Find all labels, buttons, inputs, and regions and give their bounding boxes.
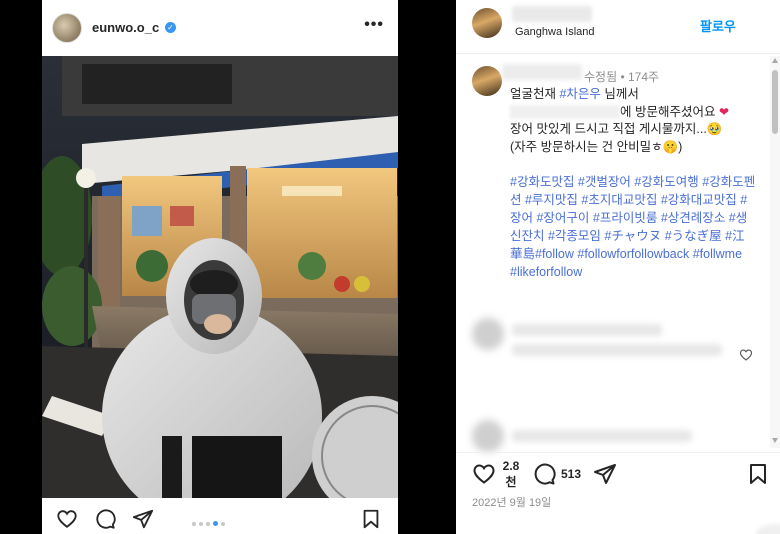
comment-avatar: [472, 420, 504, 452]
comment-avatar: [472, 318, 504, 350]
carousel-dot: [191, 521, 196, 526]
post-detail-header: Ganghwa Island 팔로우: [456, 0, 780, 54]
verified-badge-icon: ✓: [165, 22, 176, 33]
caption-avatar[interactable]: [472, 66, 502, 96]
blurred-text: [512, 430, 692, 442]
likes-count[interactable]: 2.8 천: [500, 458, 522, 490]
bookmark-icon[interactable]: [360, 508, 382, 530]
comment-icon[interactable]: [94, 508, 116, 530]
caption-text-span: ): [678, 139, 683, 154]
carousel-dot-active: [212, 521, 218, 527]
comment-count: 513: [561, 467, 582, 481]
scroll-up-arrow-icon[interactable]: [772, 58, 778, 63]
emoji-icon: 🤫: [662, 139, 679, 154]
caption-text-span: 얼굴천재: [510, 87, 560, 101]
hashtag-link[interactable]: #차은우: [559, 87, 600, 101]
blurred-comment: [472, 318, 752, 378]
scroll-down-arrow-icon[interactable]: [772, 438, 778, 443]
avatar[interactable]: [472, 8, 502, 38]
caption-text-span: 에 방문해주셨어요: [620, 104, 716, 119]
blurred-username: [512, 6, 592, 22]
carousel-dot: [198, 521, 203, 526]
blurred-text: [512, 324, 662, 336]
heart-icon[interactable]: [56, 508, 78, 530]
comment-like-icon[interactable]: [739, 348, 753, 362]
bookmark-icon[interactable]: [746, 462, 770, 486]
more-options-icon[interactable]: •••: [364, 16, 384, 34]
carousel-dot: [205, 521, 210, 526]
scrollbar-thumb[interactable]: [772, 70, 778, 134]
caption-text-span: (자주 방문하시는 건 안비밀ㅎ: [510, 139, 663, 154]
blurred-text: [510, 105, 620, 120]
share-icon[interactable]: [593, 462, 617, 486]
avatar[interactable]: [52, 13, 82, 43]
post-header: eunwo.o_c ✓ •••: [42, 0, 398, 56]
heart-emoji-icon: ❤: [718, 104, 730, 119]
carousel-dot: [220, 521, 225, 526]
caption-text: 얼굴천재 #차은우 님께서 에 방문해주셨어요 ❤ 장어 맛있게 드시고 직접 …: [510, 86, 754, 156]
likes-count-number: 2.8: [502, 459, 520, 473]
post-actions-bar: [42, 498, 398, 534]
caption-line: 얼굴천재 #차은우 님께서: [510, 86, 754, 104]
post-detail-panel: Ganghwa Island 팔로우 수정됨 • 174주 얼굴천재 #차은우 …: [456, 0, 780, 534]
post-date: 2022년 9월 19일: [472, 497, 552, 509]
follow-button[interactable]: 팔로우: [700, 16, 736, 35]
caption-line: (자주 방문하시는 건 안비밀ㅎ🤫): [510, 139, 754, 157]
photo-illustration: [42, 56, 398, 498]
blurred-text: [512, 344, 722, 356]
share-icon[interactable]: [132, 508, 154, 530]
caption-line: 에 방문해주셨어요 ❤: [510, 104, 754, 122]
carousel-indicator: [190, 515, 226, 527]
caption-text-span: 장어 맛있게 드시고 직접 게시물까지...: [510, 122, 707, 136]
embedded-post: eunwo.o_c ✓ •••: [42, 0, 398, 534]
caption-meta: 수정됨 • 174주: [584, 70, 660, 84]
emoji-icon: 🥹: [706, 122, 723, 136]
blurred-caption-username: [502, 64, 582, 80]
likes-count-unit: 천: [505, 475, 517, 489]
post-photo[interactable]: [42, 56, 398, 498]
caption-line: 장어 맛있게 드시고 직접 게시물까지...🥹: [510, 121, 754, 139]
location-label[interactable]: Ganghwa Island: [515, 26, 595, 38]
heart-icon[interactable]: [472, 462, 496, 486]
hashtag-list[interactable]: #강화도맛집 #갯벌장어 #강화도여행 #강화도펜션 #루지맛집 #초지대교맛집…: [510, 173, 756, 281]
username[interactable]: eunwo.o_c: [92, 20, 159, 35]
caption-text-span: 님께서: [600, 87, 639, 101]
comment-icon[interactable]: [532, 462, 556, 486]
